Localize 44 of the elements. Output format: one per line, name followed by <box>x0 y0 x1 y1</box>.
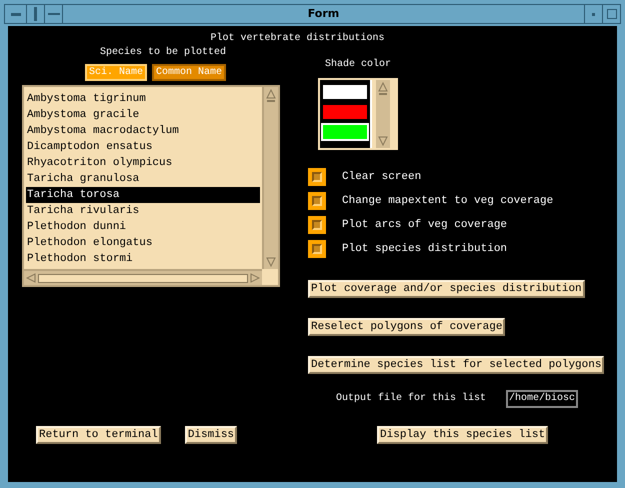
vertical-scrollbar[interactable] <box>262 87 278 269</box>
option-label: Plot species distribution <box>342 242 508 256</box>
window-title: Form <box>306 6 340 22</box>
horizontal-scrollbar[interactable] <box>24 269 262 285</box>
species-item[interactable]: Ambystoma tigrinum <box>26 91 260 107</box>
color-swatch[interactable] <box>321 103 369 121</box>
species-item[interactable]: Plethodon elongatus <box>26 235 260 251</box>
option-checkbox[interactable] <box>308 192 326 210</box>
scroll-right-icon[interactable] <box>250 273 260 283</box>
return-button[interactable]: Return to terminal <box>36 426 161 444</box>
option-label: Plot arcs of veg coverage <box>342 218 508 232</box>
species-item[interactable]: Plethodon stormi <box>26 251 260 267</box>
action-button[interactable]: Plot coverage and/or species distribution <box>308 280 585 298</box>
color-swatch[interactable] <box>321 83 369 101</box>
species-item[interactable]: Plethodon dunni <box>26 219 260 235</box>
species-label: Species to be plotted <box>100 46 226 60</box>
action-button[interactable]: Determine species list for selected polygons <box>308 356 604 374</box>
scroll-up-icon[interactable] <box>266 89 276 103</box>
option-checkbox[interactable] <box>308 240 326 258</box>
form-heading: Plot vertebrate distributions <box>209 32 386 46</box>
species-item[interactable]: Ambystoma macrodactylum <box>26 123 260 139</box>
species-item[interactable]: Rhyacotriton olympicus <box>26 155 260 171</box>
species-item[interactable]: Dicamptodon ensatus <box>26 139 260 155</box>
output-file-label: Output file for this list <box>336 392 486 406</box>
action-button[interactable]: Reselect polygons of coverage <box>308 318 506 336</box>
species-item[interactable]: Taricha torosa <box>26 187 260 203</box>
color-scrollbar[interactable] <box>376 80 390 148</box>
scroll-up-icon[interactable] <box>378 82 388 96</box>
option-checkbox[interactable] <box>308 168 326 186</box>
species-item[interactable]: Taricha rivularis <box>26 203 260 219</box>
species-item[interactable]: Ambystoma gracile <box>26 107 260 123</box>
dismiss-button[interactable]: Dismiss <box>184 426 238 444</box>
option-label: Clear screen <box>342 170 422 184</box>
scroll-left-icon[interactable] <box>26 273 36 283</box>
option-label: Change mapextent to veg coverage <box>342 194 554 208</box>
maximize-icon[interactable] <box>602 5 620 23</box>
option-checkbox[interactable] <box>308 216 326 234</box>
species-item[interactable]: Taricha granulosa <box>26 171 260 187</box>
scroll-down-icon[interactable] <box>266 257 276 267</box>
shade-color-label: Shade color <box>325 58 392 72</box>
display-list-button[interactable]: Display this species list <box>377 426 548 444</box>
scroll-down-icon[interactable] <box>378 136 388 146</box>
minimize-bar-icon[interactable] <box>45 5 63 23</box>
output-file-field[interactable]: /home/biosc <box>506 390 578 408</box>
